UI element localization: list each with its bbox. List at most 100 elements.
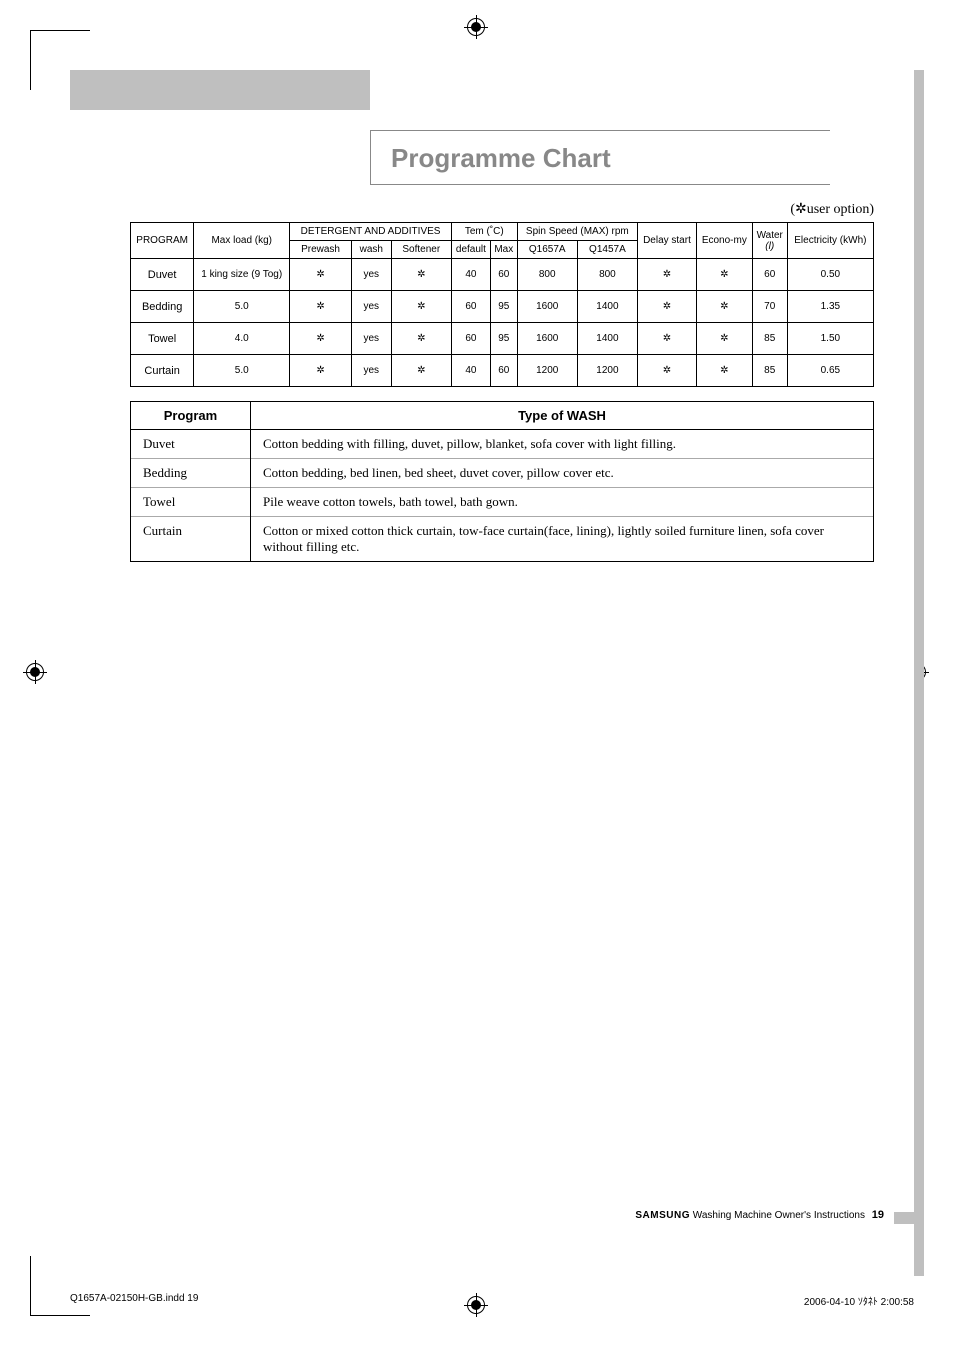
cell-program: Towel (131, 323, 194, 355)
cell-prewash: ✲ (290, 259, 352, 291)
cell-water: 85 (752, 323, 787, 355)
cell-spin-a: 1600 (517, 291, 577, 323)
wash-type-table: Program Type of WASH Duvet Cotton beddin… (130, 401, 874, 562)
header-grey-block (70, 70, 370, 110)
th-type: Type of WASH (251, 402, 874, 430)
registration-mark-icon (26, 663, 46, 683)
page-number: 19 (872, 1209, 884, 1221)
cell-wash: yes (351, 323, 391, 355)
print-footer: Q1657A-02150H-GB.indd 19 2006-04-10 ｿﾀﾈﾄ… (70, 1293, 914, 1308)
th-max: Max (490, 241, 517, 259)
cell-prewash: ✲ (290, 323, 352, 355)
content-area: (✲user option) PROGRAM Max load (kg) DET… (70, 200, 924, 562)
cell-spin-b: 800 (577, 259, 637, 291)
cell-wash: yes (351, 291, 391, 323)
cell-tem-default: 40 (451, 259, 490, 291)
th-tem: Tem (˚C) (451, 223, 517, 241)
th-softener: Softener (391, 241, 451, 259)
page-header: Programme Chart (70, 70, 924, 180)
cell-eco: ✲ (696, 291, 752, 323)
cell-delay: ✲ (638, 259, 697, 291)
asterisk-icon: ✲ (795, 200, 807, 216)
cell-program: Bedding (131, 459, 251, 488)
cell-softener: ✲ (391, 355, 451, 387)
cell-wash: yes (351, 259, 391, 291)
print-file-label: Q1657A-02150H-GB.indd 19 (70, 1293, 198, 1308)
table-row: Duvet Cotton bedding with filling, duvet… (131, 430, 874, 459)
th-delay: Delay start (638, 223, 697, 259)
user-option-note: (✲user option) (130, 200, 874, 218)
cell-water: 70 (752, 291, 787, 323)
cell-spin-a: 1600 (517, 323, 577, 355)
th-q1457a: Q1457A (577, 241, 637, 259)
cell-type: Cotton or mixed cotton thick curtain, to… (251, 517, 874, 562)
cell-type: Pile weave cotton towels, bath towel, ba… (251, 488, 874, 517)
programme-table: PROGRAM Max load (kg) DETERGENT AND ADDI… (130, 222, 874, 387)
title-box: Programme Chart (370, 130, 830, 185)
cell-softener: ✲ (391, 291, 451, 323)
th-q1657a: Q1657A (517, 241, 577, 259)
cell-maxload: 5.0 (194, 355, 290, 387)
cell-program: Duvet (131, 430, 251, 459)
th-electricity: Electricity (kWh) (787, 223, 873, 259)
cell-delay: ✲ (638, 323, 697, 355)
cell-spin-b: 1200 (577, 355, 637, 387)
cell-eco: ✲ (696, 259, 752, 291)
cell-elec: 1.35 (787, 291, 873, 323)
cell-tem-default: 40 (451, 355, 490, 387)
cell-wash: yes (351, 355, 391, 387)
cell-delay: ✲ (638, 291, 697, 323)
th-program: PROGRAM (131, 223, 194, 259)
cell-spin-a: 1200 (517, 355, 577, 387)
cell-eco: ✲ (696, 355, 752, 387)
cell-program: Curtain (131, 355, 194, 387)
page-title: Programme Chart (391, 143, 810, 174)
table-row: Bedding 5.0 ✲ yes ✲ 60 95 1600 1400 ✲ ✲ … (131, 291, 874, 323)
table-row: Towel 4.0 ✲ yes ✲ 60 95 1600 1400 ✲ ✲ 85… (131, 323, 874, 355)
cell-spin-b: 1400 (577, 291, 637, 323)
th-default: default (451, 241, 490, 259)
cell-elec: 0.50 (787, 259, 873, 291)
cell-elec: 0.65 (787, 355, 873, 387)
table-row: Bedding Cotton bedding, bed linen, bed s… (131, 459, 874, 488)
cell-tem-max: 60 (490, 259, 517, 291)
table-row: Towel Pile weave cotton towels, bath tow… (131, 488, 874, 517)
cell-prewash: ✲ (290, 291, 352, 323)
table-row: Curtain Cotton or mixed cotton thick cur… (131, 517, 874, 562)
th-economy: Econo-my (696, 223, 752, 259)
th-detergent: DETERGENT AND ADDITIVES (290, 223, 452, 241)
cell-program: Curtain (131, 517, 251, 562)
th-wash: wash (351, 241, 391, 259)
brand-label: SAMSUNG (635, 1210, 690, 1221)
cell-maxload: 4.0 (194, 323, 290, 355)
cell-program: Bedding (131, 291, 194, 323)
registration-mark-icon (467, 18, 487, 38)
cell-prewash: ✲ (290, 355, 352, 387)
th-prewash: Prewash (290, 241, 352, 259)
footer-text: Washing Machine Owner's Instructions (693, 1210, 865, 1221)
table-row: Duvet 1 king size (9 Tog) ✲ yes ✲ 40 60 … (131, 259, 874, 291)
cell-type: Cotton bedding, bed linen, bed sheet, du… (251, 459, 874, 488)
cell-tem-max: 95 (490, 323, 517, 355)
cell-type: Cotton bedding with filling, duvet, pill… (251, 430, 874, 459)
page-footer: SAMSUNG Washing Machine Owner's Instruct… (635, 1209, 884, 1221)
cell-water: 60 (752, 259, 787, 291)
cell-eco: ✲ (696, 323, 752, 355)
cell-tem-default: 60 (451, 323, 490, 355)
table-row: Curtain 5.0 ✲ yes ✲ 40 60 1200 1200 ✲ ✲ … (131, 355, 874, 387)
cell-softener: ✲ (391, 259, 451, 291)
cell-program: Towel (131, 488, 251, 517)
cell-maxload: 1 king size (9 Tog) (194, 259, 290, 291)
th-program: Program (131, 402, 251, 430)
footer-color-bar (894, 1212, 924, 1224)
cell-tem-max: 60 (490, 355, 517, 387)
side-color-bar (914, 70, 924, 1276)
cell-tem-max: 95 (490, 291, 517, 323)
th-spin: Spin Speed (MAX) rpm (517, 223, 637, 241)
cell-elec: 1.50 (787, 323, 873, 355)
cell-spin-b: 1400 (577, 323, 637, 355)
cell-tem-default: 60 (451, 291, 490, 323)
cell-maxload: 5.0 (194, 291, 290, 323)
th-maxload: Max load (kg) (194, 223, 290, 259)
th-water: Water(l) (752, 223, 787, 259)
